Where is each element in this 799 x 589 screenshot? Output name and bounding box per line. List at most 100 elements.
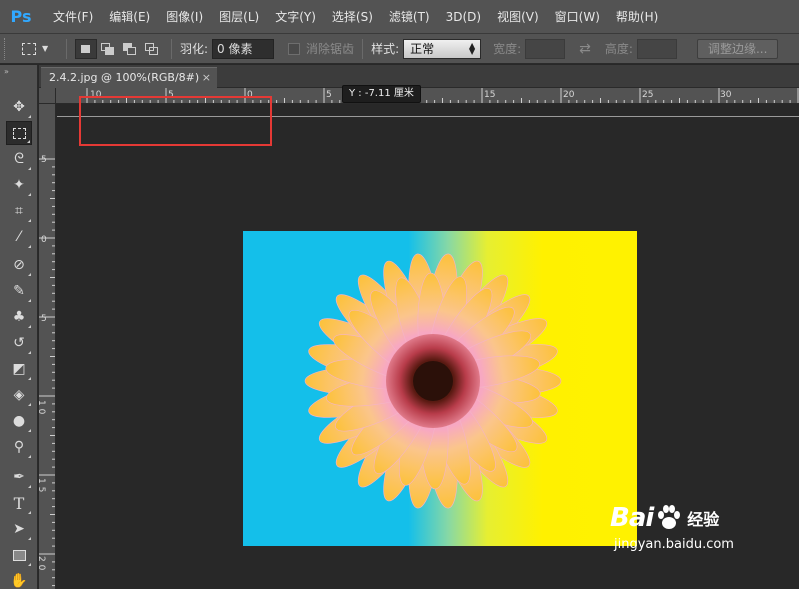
arrow-cursor-icon: ➤ — [13, 521, 25, 537]
ruler-v-label: 5 — [41, 314, 47, 324]
photoshop-window: Ps 文件(F) 编辑(E) 图像(I) 图层(L) 文字(Y) 选择(S) 滤… — [0, 0, 799, 589]
tools-panel-grip[interactable]: » — [0, 65, 37, 81]
new-selection-icon — [79, 43, 93, 55]
new-selection-button[interactable] — [75, 38, 97, 59]
ruler-v-label: 2 0 — [39, 556, 46, 571]
eyedropper-tool[interactable]: ⁄ — [6, 225, 32, 249]
style-label: 样式: — [371, 42, 400, 56]
blur-drop-icon: ● — [12, 413, 26, 429]
antialias-label: 消除锯齿 — [306, 42, 355, 56]
history-brush-tool[interactable]: ↺ — [6, 331, 32, 355]
add-to-selection-button[interactable] — [97, 39, 119, 59]
eyedropper-icon: ⁄ — [17, 229, 21, 245]
style-select[interactable]: 正常 ▲ ▼ — [403, 38, 482, 59]
magic-wand-icon: ✦ — [13, 177, 25, 193]
document-tab-title: 2.4.2.jpg @ 100%(RGB/8#) — [49, 71, 200, 84]
feather-input[interactable]: 0 像素 — [212, 38, 275, 59]
rectangle-tool[interactable] — [6, 543, 32, 567]
document-tab[interactable]: 2.4.2.jpg @ 100%(RGB/8#) × — [41, 67, 217, 88]
bandage-icon: ⊘ — [13, 257, 25, 273]
swap-icon[interactable]: ⇄ — [579, 41, 591, 57]
menu-window[interactable]: 窗口(W) — [547, 0, 608, 34]
type-tool[interactable]: T — [6, 491, 32, 515]
ps-logo: Ps — [10, 6, 32, 26]
vertical-ruler-svg: 5 0 5 1 0 1 5 2 0 — [39, 155, 55, 587]
menu-file[interactable]: 文件(F) — [45, 0, 101, 34]
options-bar-grip[interactable] — [4, 37, 10, 60]
rect-marquee-icon — [22, 42, 36, 55]
ruler-h-label: 20 — [563, 90, 575, 100]
close-icon[interactable]: × — [202, 68, 211, 88]
healing-brush-tool[interactable]: ⊘ — [6, 253, 32, 277]
dodge-icon: ⚲ — [13, 439, 25, 455]
dodge-tool[interactable]: ⚲ — [6, 435, 32, 459]
menu-select[interactable]: 选择(S) — [324, 0, 381, 34]
lasso-icon: ᘓ — [14, 151, 24, 167]
watermark-brand: Bai — [610, 503, 654, 533]
flower-image — [304, 253, 562, 509]
ruler-h-label: 5 — [326, 90, 332, 100]
brush-tool[interactable]: ✎ — [6, 279, 32, 303]
vertical-ruler[interactable]: 5 0 5 1 0 1 5 2 0 — [39, 104, 56, 589]
coordinate-tooltip: Y : -7.11 厘米 — [342, 85, 421, 103]
menu-filter[interactable]: 滤镜(T) — [381, 0, 438, 34]
lasso-tool[interactable]: ᘓ — [6, 147, 32, 171]
rect-marquee-tool[interactable] — [6, 121, 32, 145]
tool-preset-picker[interactable]: ▼ — [22, 42, 58, 55]
refine-edge-button[interactable]: 调整边缘... — [696, 38, 779, 59]
chevron-down-icon: ▼ — [42, 44, 49, 53]
updown-arrow-icon: ▲ ▼ — [468, 40, 476, 56]
width-input[interactable] — [525, 38, 566, 59]
baidu-watermark: Bai 经验 jingyan.baidu.com — [610, 503, 790, 583]
menu-bar: Ps 文件(F) 编辑(E) 图像(I) 图层(L) 文字(Y) 选择(S) 滤… — [0, 0, 799, 34]
ruler-h-label: 15 — [484, 90, 495, 100]
feather-label: 羽化: — [180, 42, 209, 56]
brush-icon: ✎ — [13, 283, 25, 299]
type-icon: T — [13, 493, 25, 513]
menu-type[interactable]: 文字(Y) — [267, 0, 324, 34]
add-selection-icon — [101, 42, 115, 55]
menu-view[interactable]: 视图(V) — [489, 0, 547, 34]
menu-image[interactable]: 图像(I) — [158, 0, 211, 34]
width-label: 宽度: — [493, 42, 522, 56]
ruler-origin[interactable] — [39, 88, 56, 104]
blur-tool[interactable]: ● — [6, 409, 32, 433]
antialias-checkbox[interactable] — [288, 42, 301, 55]
crop-tool[interactable]: ⌗ — [6, 199, 32, 223]
path-selection-tool[interactable]: ➤ — [6, 517, 32, 541]
intersect-selection-icon — [145, 42, 159, 55]
height-input[interactable] — [636, 38, 677, 59]
paint-bucket-icon: ◈ — [13, 387, 25, 403]
hand-tool[interactable]: ✋ — [6, 569, 32, 589]
paw-icon — [658, 505, 681, 529]
watermark-url: jingyan.baidu.com — [614, 537, 734, 552]
marquee-icon — [12, 127, 26, 139]
subtract-from-selection-button[interactable] — [119, 39, 141, 59]
eraser-icon: ◩ — [12, 361, 26, 377]
menu-help[interactable]: 帮助(H) — [608, 0, 666, 34]
menu-edit[interactable]: 编辑(E) — [101, 0, 158, 34]
menu-items: 文件(F) 编辑(E) 图像(I) 图层(L) 文字(Y) 选择(S) 滤镜(T… — [45, 0, 666, 34]
annotation-highlight-box — [79, 96, 272, 146]
pen-icon: ✒ — [13, 469, 25, 485]
ruler-h-label: 25 — [642, 90, 653, 100]
menu-layer[interactable]: 图层(L) — [211, 0, 267, 34]
ruler-h-label: 30 — [720, 90, 732, 100]
crop-icon: ⌗ — [15, 203, 23, 219]
style-select-value: 正常 — [410, 41, 435, 56]
intersect-selection-button[interactable] — [141, 39, 163, 59]
history-brush-icon: ↺ — [13, 335, 25, 351]
move-tool[interactable]: ✥ — [6, 95, 32, 119]
ruler-v-label: 0 — [41, 235, 47, 245]
menu-3d[interactable]: 3D(D) — [438, 0, 489, 34]
height-label: 高度: — [604, 42, 633, 56]
divider — [171, 38, 172, 59]
pen-tool[interactable]: ✒ — [6, 465, 32, 489]
ruler-v-label: 1 5 — [39, 478, 46, 492]
clone-stamp-tool[interactable]: ♣ — [6, 305, 32, 329]
document-image[interactable] — [243, 231, 637, 546]
divider — [66, 38, 67, 59]
eraser-tool[interactable]: ◩ — [6, 357, 32, 381]
magic-wand-tool[interactable]: ✦ — [6, 173, 32, 197]
paint-bucket-tool[interactable]: ◈ — [6, 383, 32, 407]
